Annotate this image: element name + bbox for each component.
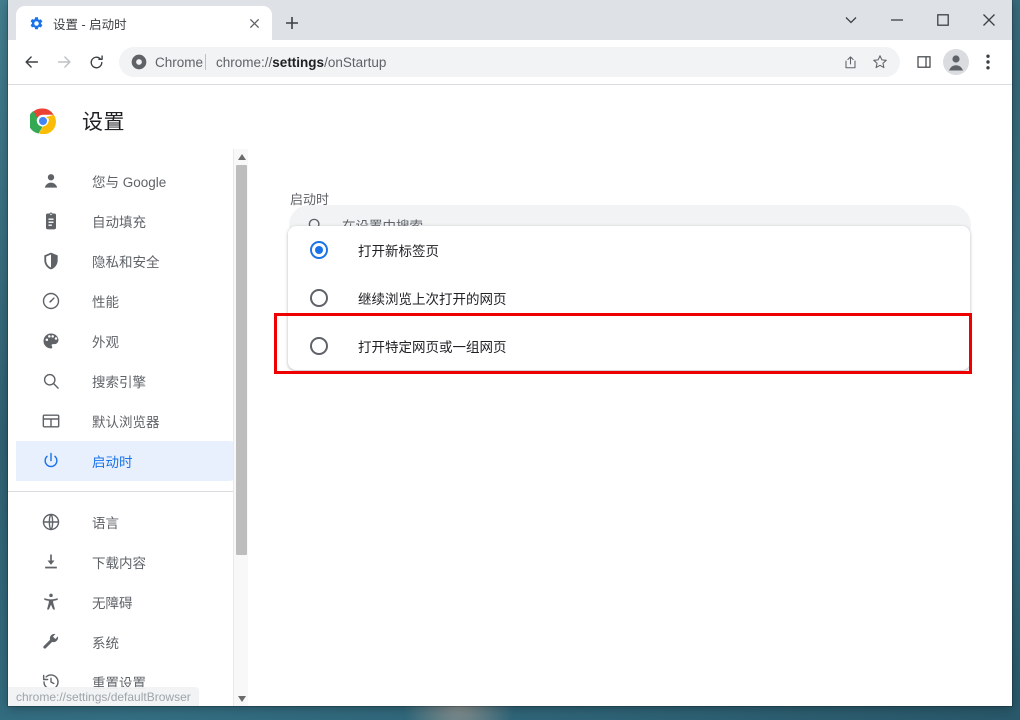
forward-arrow-icon — [48, 46, 80, 78]
radio-button[interactable] — [310, 337, 328, 355]
omnibox-divider — [205, 54, 207, 70]
omnibox-actions — [836, 48, 894, 76]
startup-option-row[interactable]: 打开新标签页 — [288, 226, 970, 274]
sidebar-item-1-0[interactable]: 语言 — [16, 502, 248, 542]
startup-option-label: 打开特定网页或一组网页 — [358, 340, 507, 355]
accessibility-icon — [41, 592, 61, 612]
page-title: 设置 — [82, 111, 125, 134]
back-arrow-icon[interactable] — [16, 46, 48, 78]
tab-title: 设置 - 启动时 — [53, 17, 127, 32]
browser-tab[interactable]: 设置 - 启动时 — [16, 6, 272, 40]
settings-gear-icon — [28, 15, 44, 31]
tab-search-button[interactable] — [828, 0, 874, 40]
scroll-down-icon[interactable] — [234, 691, 249, 706]
sidebar-item-label: 外观 — [92, 335, 119, 350]
status-text: chrome://settings/defaultBrowser — [16, 689, 191, 704]
startup-option-label: 打开新标签页 — [358, 244, 439, 259]
clipboard-icon — [41, 211, 61, 231]
sidebar-item-0-0[interactable]: 您与 Google — [16, 161, 248, 201]
share-icon[interactable] — [836, 48, 864, 76]
sidebar-scrollbar[interactable] — [233, 149, 248, 706]
maximize-button[interactable] — [920, 0, 966, 40]
sidebar-divider — [8, 491, 240, 492]
browser-window: 设置 - 启动时 Chrome chrome://settings/onStar… — [8, 0, 1012, 706]
settings-page: 设置 在设置中搜索 您与 Google自动填充隐私和安全性能外观搜索引擎默认浏览… — [8, 85, 1012, 706]
window-controls — [828, 0, 1012, 40]
tab-strip: 设置 - 启动时 — [8, 0, 1012, 40]
sidebar-item-label: 默认浏览器 — [92, 415, 160, 430]
close-button[interactable] — [966, 0, 1012, 40]
settings-body: 您与 Google 自动填充 隐私和安全 性能 外观 搜索引擎 默认浏览器 启动时 语言 下载内容… — [8, 149, 1012, 706]
more-menu-icon[interactable] — [972, 46, 1004, 78]
side-panel-icon[interactable] — [908, 46, 940, 78]
bookmark-star-icon[interactable] — [866, 48, 894, 76]
download-icon — [41, 552, 61, 572]
url-suffix: /onStartup — [324, 54, 387, 70]
palette-icon — [41, 331, 61, 351]
sidebar-item-0-6[interactable]: 默认浏览器 — [16, 401, 248, 441]
browser-window-icon — [41, 411, 61, 431]
sidebar-item-0-3[interactable]: 性能 — [16, 281, 248, 321]
sidebar-item-label: 性能 — [92, 295, 119, 310]
sidebar-item-0-5[interactable]: 搜索引擎 — [16, 361, 248, 401]
address-bar[interactable]: Chrome chrome://settings/onStartup — [119, 47, 900, 77]
sidebar-item-label: 无障碍 — [92, 596, 133, 611]
sidebar-item-0-4[interactable]: 外观 — [16, 321, 248, 361]
search-icon — [41, 371, 61, 391]
startup-option-row[interactable]: 打开特定网页或一组网页 — [288, 322, 970, 370]
chrome-logo — [28, 108, 56, 135]
sidebar-item-label: 您与 Google — [92, 175, 167, 190]
reload-icon[interactable] — [80, 46, 112, 78]
sidebar-item-label: 隐私和安全 — [92, 255, 160, 270]
new-tab-button[interactable] — [278, 9, 306, 37]
startup-option-label: 继续浏览上次打开的网页 — [358, 292, 507, 307]
shield-icon — [41, 251, 61, 271]
sidebar-item-label: 下载内容 — [92, 556, 146, 571]
settings-header: 设置 — [8, 93, 1012, 149]
scrollbar-thumb[interactable] — [236, 165, 247, 555]
sidebar-item-0-2[interactable]: 隐私和安全 — [16, 241, 248, 281]
browser-toolbar: Chrome chrome://settings/onStartup — [8, 40, 1012, 85]
omnibox-url: chrome://settings/onStartup — [216, 55, 386, 70]
sidebar-item-1-1[interactable]: 下载内容 — [16, 542, 248, 582]
sidebar-item-label: 自动填充 — [92, 215, 146, 230]
sidebar-item-label: 启动时 — [92, 455, 133, 470]
settings-main: 启动时 打开新标签页继续浏览上次打开的网页 打开特定网页或一组网页 — [248, 149, 1012, 706]
url-bold: settings — [272, 54, 325, 70]
sidebar-item-0-1[interactable]: 自动填充 — [16, 201, 248, 241]
speedometer-icon — [41, 291, 61, 311]
settings-sidebar: 您与 Google 自动填充隐私和安全性能外观搜索引擎默认浏览器启动时语言下载内容… — [8, 149, 248, 706]
person-icon — [41, 171, 61, 191]
scroll-up-icon[interactable] — [234, 149, 249, 164]
startup-option-row[interactable]: 继续浏览上次打开的网页 — [288, 274, 970, 322]
startup-options-card: 打开新标签页继续浏览上次打开的网页 打开特定网页或一组网页 — [288, 226, 970, 370]
sidebar-item-label: 搜索引擎 — [92, 375, 146, 390]
section-title: 启动时 — [290, 192, 330, 207]
power-icon — [41, 451, 61, 471]
tab-close-icon[interactable] — [244, 13, 264, 33]
url-prefix: chrome:// — [216, 54, 273, 70]
sidebar-item-1-2[interactable]: 无障碍 — [16, 582, 248, 622]
sidebar-item-label: 系统 — [92, 636, 119, 651]
profile-avatar[interactable] — [940, 46, 972, 78]
radio-button[interactable] — [310, 289, 328, 307]
radio-button-selected[interactable] — [310, 241, 328, 259]
minimize-button[interactable] — [874, 0, 920, 40]
sidebar-item-0-7[interactable]: 启动时 — [16, 441, 248, 481]
wrench-icon — [41, 632, 61, 652]
omnibox-chip-label: Chrome — [155, 54, 204, 70]
sidebar-item-label: 语言 — [92, 516, 119, 531]
globe-icon — [41, 512, 61, 532]
status-bubble: chrome://settings/defaultBrowser — [8, 687, 199, 706]
chrome-icon: Chrome — [131, 54, 203, 70]
sidebar-item-1-3[interactable]: 系统 — [16, 622, 248, 662]
